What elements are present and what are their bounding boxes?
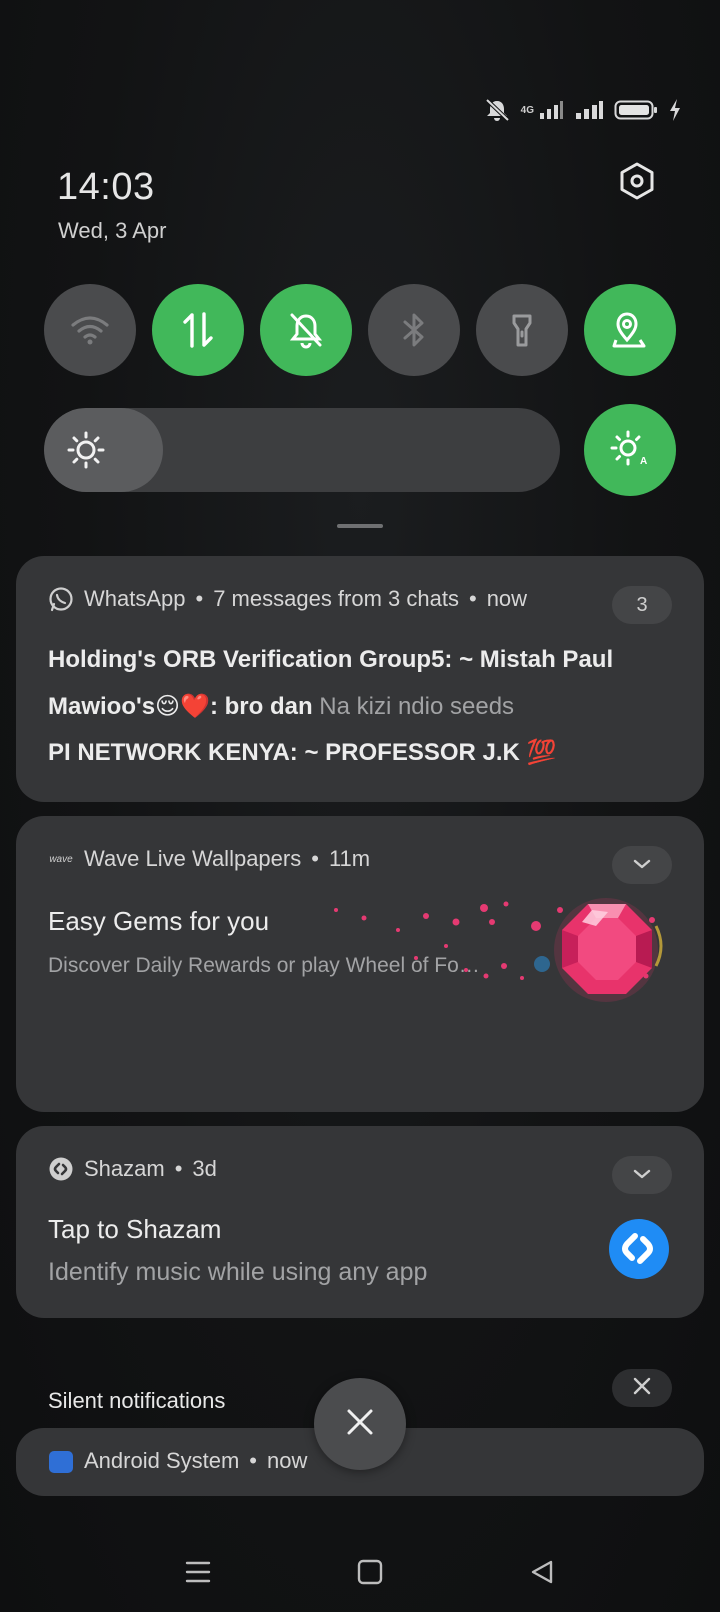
separator-dot: •: [174, 1156, 183, 1181]
tile-flashlight[interactable]: [476, 284, 568, 376]
navigation-bar: [0, 1540, 720, 1612]
separator-dot: •: [195, 586, 204, 611]
sun-icon: [66, 430, 106, 475]
network-type-label: 4G: [520, 104, 534, 116]
close-icon: [345, 1407, 375, 1442]
auto-brightness-button[interactable]: A: [584, 404, 676, 496]
notification-title: Tap to Shazam: [48, 1214, 222, 1244]
tile-mobile-data[interactable]: [152, 284, 244, 376]
notification-header: wave Wave Live Wallpapers • 11m: [48, 846, 370, 872]
wave-app-icon: wave: [49, 853, 73, 865]
dismiss-silent-button[interactable]: [612, 1369, 672, 1407]
charging-icon: [668, 98, 682, 122]
chevron-down-icon: [632, 1164, 652, 1187]
home-button[interactable]: [350, 1554, 390, 1594]
quick-settings-tiles: [44, 284, 676, 376]
message-line: PI NETWORK KENYA: ~ PROFESSOR J.K 💯: [48, 738, 556, 767]
message-sender: PI NETWORK KENYA: ~ PROFESSOR J.K 💯: [48, 739, 557, 766]
notification-time: 3d: [192, 1156, 217, 1181]
chevron-down-icon: [632, 854, 652, 877]
shazam-icon: [608, 1218, 670, 1285]
signal-4g-icon: [538, 99, 564, 121]
recents-button[interactable]: [178, 1554, 218, 1594]
notification-header: WhatsApp • 7 messages from 3 chats • now: [48, 586, 527, 612]
signal-icon: [574, 99, 604, 121]
notification-shazam[interactable]: Shazam • 3d Tap to Shazam Identify music…: [16, 1126, 704, 1318]
notification-header: Android System • now: [48, 1448, 307, 1474]
android-system-icon: [48, 1448, 74, 1474]
menu-icon: [184, 1559, 212, 1590]
notification-time: now: [267, 1448, 308, 1473]
tile-location[interactable]: [584, 284, 676, 376]
message-sender: Mawioo's😌❤️: bro dan: [48, 693, 313, 720]
square-icon: [356, 1558, 384, 1591]
expand-button[interactable]: [612, 846, 672, 884]
gem-image: [316, 886, 696, 1031]
notification-title: Easy Gems for you: [48, 906, 270, 936]
mobile-data-icon: [180, 310, 216, 350]
bluetooth-icon: [399, 310, 429, 350]
clear-all-button[interactable]: [314, 1378, 406, 1470]
location-icon: [610, 310, 650, 350]
auto-brightness-icon: A: [610, 428, 650, 473]
tile-wifi[interactable]: [44, 284, 136, 376]
bell-off-icon: [286, 310, 326, 350]
brightness-slider[interactable]: [44, 408, 560, 492]
battery-icon: [614, 99, 658, 121]
app-name: Android System: [84, 1448, 240, 1473]
silent-notifications-label: Silent notifications: [48, 1388, 226, 1413]
close-icon: [632, 1376, 652, 1401]
message-count-badge[interactable]: 3: [612, 586, 672, 624]
wifi-icon: [70, 314, 110, 346]
notification-whatsapp[interactable]: WhatsApp • 7 messages from 3 chats • now…: [16, 556, 704, 802]
notification-body: Identify music while using any app: [48, 1258, 428, 1286]
back-button[interactable]: [522, 1554, 562, 1594]
date[interactable]: Wed, 3 Apr: [58, 218, 166, 244]
app-name: Wave Live Wallpapers: [84, 846, 302, 871]
clock[interactable]: 14:03: [57, 166, 155, 209]
expand-button[interactable]: [612, 1156, 672, 1194]
notification-time: 11m: [328, 846, 371, 871]
panel-drag-handle[interactable]: [337, 524, 383, 528]
svg-text:A: A: [640, 456, 647, 467]
flashlight-icon: [507, 310, 537, 350]
message-text: Na kizi ndio seeds: [312, 693, 515, 720]
notification-header: Shazam • 3d: [48, 1156, 217, 1182]
notification-time: now: [486, 586, 528, 611]
message-line: Mawioo's😌❤️: bro dan Na kizi ndio seeds: [48, 692, 514, 721]
gear-hexagon-icon: [618, 161, 656, 206]
status-bar: 4G: [483, 98, 682, 122]
notification-summary: 7 messages from 3 chats: [213, 586, 459, 611]
whatsapp-icon: [48, 586, 74, 612]
tile-bluetooth[interactable]: [368, 284, 460, 376]
message-sender: Holding's ORB Verification Group5: ~ Mis…: [48, 646, 614, 673]
header-area: [360, 210, 361, 211]
separator-dot: •: [311, 846, 319, 871]
separator-dot: •: [249, 1448, 257, 1473]
separator-dot: •: [468, 586, 477, 611]
tile-do-not-disturb[interactable]: [260, 284, 352, 376]
shazam-small-icon: [48, 1156, 74, 1182]
settings-button[interactable]: [617, 161, 657, 206]
app-name: WhatsApp: [84, 586, 186, 611]
back-triangle-icon: [528, 1558, 556, 1591]
notification-wave-live-wallpapers[interactable]: wave Wave Live Wallpapers • 11m Easy Gem…: [16, 816, 704, 1112]
mute-icon: [483, 98, 511, 122]
message-line: Holding's ORB Verification Group5: ~ Mis…: [48, 646, 613, 674]
app-name: Shazam: [84, 1156, 165, 1181]
